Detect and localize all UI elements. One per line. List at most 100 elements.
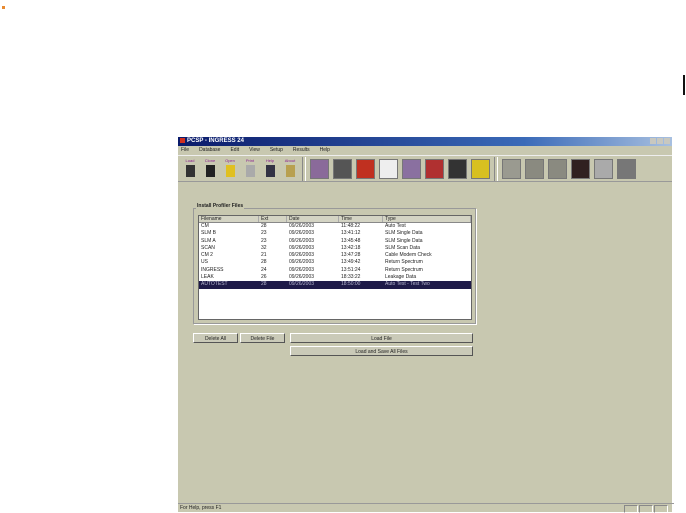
about-button[interactable]: About	[282, 158, 298, 180]
table-row[interactable]: US 28 09/26/2003 13:49:42 Return Spectrum	[199, 259, 471, 266]
app-icon	[180, 137, 185, 143]
load-save-all-button[interactable]: Load and Save All Files	[290, 346, 473, 356]
table-row[interactable]: AUTOTEST 28 09/26/2003 18:50:00 Auto Test - …	[199, 281, 471, 289]
clone-button[interactable]: Clone	[202, 158, 218, 180]
table-row[interactable]: CM 28 09/26/2003 11:48:22 Auto Test	[199, 223, 471, 230]
table-row[interactable]: CM 2 21 09/26/2003 13:47:28 Cable Modem Chec…	[199, 252, 471, 259]
bars-icon-1[interactable]	[502, 158, 521, 179]
col-type[interactable]: Type	[383, 216, 471, 222]
file-list[interactable]: Filename Ext Date Time Type CM 28 09/26/20…	[198, 215, 472, 320]
menu-help[interactable]: Help	[320, 146, 330, 154]
printer-icon-2[interactable]	[617, 158, 636, 179]
cell: CM	[201, 223, 209, 229]
toolbar-label: About	[284, 157, 296, 163]
list-header: Filename Ext Date Time Type	[199, 216, 471, 223]
cell: 09/26/2003	[289, 281, 315, 288]
cell: 23	[261, 237, 267, 244]
cell: 13:41:12	[341, 230, 361, 237]
corner-mark	[2, 6, 5, 9]
menu-edit[interactable]: Edit	[230, 146, 239, 154]
chart-icon[interactable]	[379, 158, 398, 179]
cell: 09/26/2003	[289, 274, 315, 281]
print-button[interactable]: Print	[242, 158, 258, 180]
bars-icon-2[interactable]	[525, 158, 544, 179]
cell: 32	[261, 244, 267, 251]
cell: SCAN	[201, 244, 215, 251]
open-icon	[225, 164, 235, 177]
load-button[interactable]: Load	[182, 158, 198, 180]
help-button[interactable]: Help	[262, 158, 278, 180]
cell: 09/26/2003	[289, 244, 315, 251]
status-text: For Help, press F1	[180, 505, 222, 511]
battery-icon[interactable]	[425, 158, 444, 179]
table-row[interactable]: INGRESS 24 09/26/2003 13:51:24 Return Spectr…	[199, 267, 471, 274]
minimize-button[interactable]	[650, 138, 656, 144]
maximize-button[interactable]	[657, 138, 663, 144]
cell: Cable Modem Check	[385, 252, 432, 259]
cell: SLM Single Data	[385, 230, 423, 237]
load-icon	[185, 164, 195, 177]
cell: 26	[261, 274, 267, 281]
toolbar-separator	[302, 156, 306, 181]
cell: 23	[261, 230, 267, 237]
toolbar-label: Load	[185, 157, 195, 163]
eye-icon[interactable]	[471, 158, 490, 179]
cell: CM 2	[201, 252, 213, 259]
menu-results[interactable]: Results	[293, 146, 310, 154]
cell: 09/26/2003	[289, 237, 315, 244]
spectrum-icon[interactable]	[402, 158, 421, 179]
cell: 13:47:28	[341, 252, 361, 259]
bars-icon-4[interactable]	[571, 158, 590, 179]
cursor-mark	[683, 75, 685, 95]
help-icon	[265, 164, 275, 177]
cell: 13:42:18	[341, 244, 361, 251]
menu-file[interactable]: File	[181, 146, 189, 154]
table-row[interactable]: LEAK 26 09/26/2003 18:33:22 Leakage Data	[199, 274, 471, 281]
cable-icon[interactable]	[333, 158, 352, 179]
meter-setup-icon[interactable]	[310, 158, 329, 179]
toolbar-separator	[494, 156, 498, 181]
cell: INGRESS	[201, 266, 224, 273]
cell: 21	[261, 252, 267, 259]
cell: Return Spectrum	[385, 266, 423, 273]
cell: 09/26/2003	[289, 266, 315, 273]
open-button[interactable]: Open	[222, 158, 238, 180]
window-title: PCSP - INGRESS 24	[187, 138, 244, 144]
menu-setup[interactable]: Setup	[270, 146, 283, 154]
cell: 24	[261, 266, 267, 273]
delete-file-button[interactable]: Delete File	[240, 333, 285, 343]
col-filename[interactable]: Filename	[199, 216, 259, 222]
cell: SLM B	[201, 230, 217, 237]
col-time[interactable]: Time	[339, 216, 383, 222]
cell: 11:48:22	[341, 223, 361, 229]
printer-icon-1[interactable]	[594, 158, 613, 179]
table-row[interactable]: SLM A 23 09/26/2003 13:45:48 SLM Single Data	[199, 238, 471, 245]
cell: 09/26/2003	[289, 259, 315, 266]
delete-all-button[interactable]: Delete All	[193, 333, 238, 343]
close-button[interactable]	[664, 138, 670, 144]
cell: 13:49:42	[341, 259, 361, 266]
table-row[interactable]: SLM B 23 09/26/2003 13:41:12 SLM Single Data	[199, 230, 471, 237]
cell: Auto Test - Test Two	[385, 281, 430, 288]
cell: SLM Scan Data	[385, 244, 421, 251]
cell: 09/26/2003	[289, 252, 315, 259]
cell: Auto Test	[385, 223, 406, 229]
toolbar-label: Print	[245, 157, 255, 163]
cell: 28	[261, 223, 267, 229]
cell: 28	[261, 259, 267, 266]
cell: LEAK	[201, 274, 214, 281]
col-date[interactable]: Date	[287, 216, 339, 222]
traffic-light-icon[interactable]	[356, 158, 375, 179]
table-row[interactable]: SCAN 32 09/26/2003 13:42:18 SLM Scan Data	[199, 245, 471, 252]
load-file-button[interactable]: Load File	[290, 333, 473, 343]
bars-icon-3[interactable]	[548, 158, 567, 179]
menu-database[interactable]: Database	[199, 146, 220, 154]
cell: AUTOTEST	[201, 281, 228, 288]
cell: US	[201, 259, 208, 266]
title-bar: PCSP - INGRESS 24	[178, 137, 672, 146]
col-ext[interactable]: Ext	[259, 216, 287, 222]
cell: 09/26/2003	[289, 223, 315, 229]
toolbar-label: Clone	[204, 157, 216, 163]
menu-view[interactable]: View	[249, 146, 260, 154]
probe-icon[interactable]	[448, 158, 467, 179]
